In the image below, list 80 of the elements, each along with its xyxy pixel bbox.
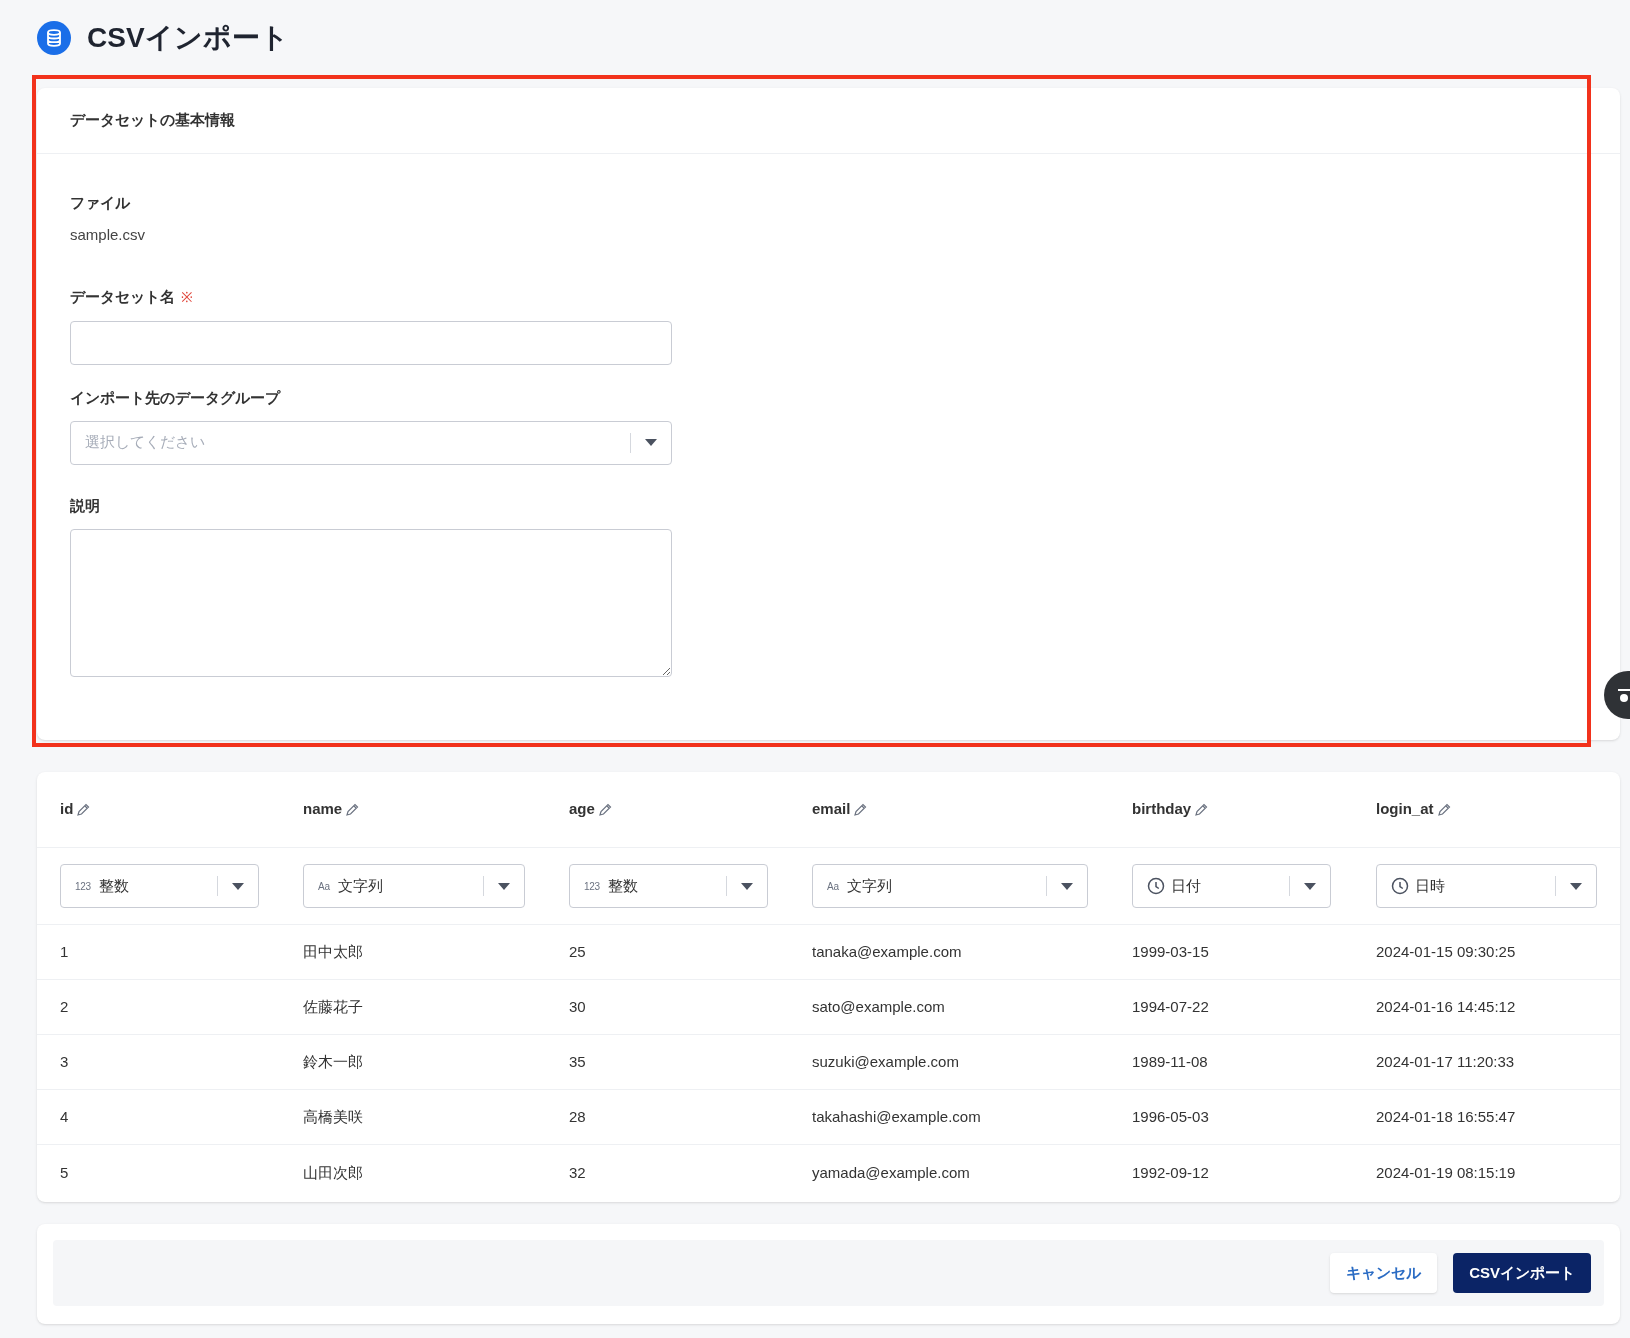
section-heading: データセットの基本情報 — [70, 110, 235, 131]
field-label: 説明 — [70, 495, 100, 516]
type-select[interactable]: Aa 文字列 — [303, 864, 525, 908]
file-name: sample.csv — [70, 225, 146, 245]
dataset-name-input[interactable] — [70, 320, 672, 365]
cancel-button[interactable]: キャンセル — [1330, 1253, 1438, 1293]
table-cell: 佐藤花子 — [303, 998, 363, 1015]
import-button[interactable]: CSVインポート — [1453, 1253, 1591, 1293]
table-cell: 1992-09-12 — [1132, 1163, 1209, 1181]
table-cell: 2024-01-17 11:20:33 — [1376, 1053, 1515, 1070]
table-cell: 山田次郎 — [303, 1163, 363, 1181]
table-cell: yamada@example.com — [812, 1163, 970, 1181]
pencil-icon[interactable] — [852, 801, 869, 818]
type-label: 日付 — [1171, 875, 1202, 896]
table-cell: 32 — [569, 1163, 586, 1181]
table-cell: 30 — [569, 998, 586, 1015]
table-cell: 2024-01-16 14:45:12 — [1376, 998, 1516, 1015]
table-cell: 2 — [60, 998, 69, 1015]
table-cell: 1989-11-08 — [1132, 1053, 1208, 1070]
dropdown-caret-icon — [498, 882, 510, 890]
table-cell: 2024-01-15 09:30:25 — [1376, 943, 1516, 960]
pencil-icon[interactable] — [344, 801, 361, 818]
type-select[interactable]: 日付 — [1132, 864, 1331, 908]
table-cell: 2024-01-18 16:55:47 — [1376, 1108, 1516, 1125]
dropdown-caret-icon — [1570, 882, 1582, 890]
column-header: birthday — [1132, 799, 1192, 820]
dropdown-caret-icon — [1304, 882, 1316, 890]
page-title: CSVインポート — [87, 20, 289, 55]
pencil-icon[interactable] — [75, 801, 92, 818]
type-icon: 123 — [75, 878, 91, 894]
table-cell: 35 — [569, 1053, 586, 1070]
table-cell: 1 — [60, 943, 69, 960]
field-label: インポート先のデータグループ — [70, 387, 280, 408]
table-cell: tanaka@example.com — [812, 943, 962, 960]
table-cell: 高橋美咲 — [303, 1108, 363, 1125]
column-header: name — [303, 799, 343, 820]
table-cell: takahashi@example.com — [812, 1108, 981, 1125]
dropdown-caret-icon — [741, 882, 753, 890]
pencil-icon[interactable] — [1193, 801, 1210, 818]
field-label: データセット名 — [70, 287, 175, 308]
table-cell: suzuki@example.com — [812, 1053, 959, 1070]
type-select[interactable]: Aa 文字列 — [812, 864, 1088, 908]
type-label: 文字列 — [337, 875, 384, 896]
type-select[interactable]: 日時 — [1376, 864, 1597, 908]
type-icon: Aa — [827, 878, 839, 894]
table-cell: 28 — [569, 1108, 586, 1125]
pencil-icon[interactable] — [596, 801, 613, 818]
dropdown-caret-icon — [1061, 882, 1073, 890]
type-select[interactable]: 123 整数 — [60, 864, 259, 908]
clock-icon — [1391, 877, 1409, 895]
column-header: age — [569, 799, 595, 820]
table-cell: 1996-05-03 — [1132, 1108, 1209, 1125]
type-icon: 123 — [584, 878, 600, 894]
table-cell: 4 — [60, 1108, 69, 1125]
table-cell: sato@example.com — [812, 998, 945, 1015]
table-cell: 3 — [60, 1053, 69, 1070]
required-mark: ※ — [181, 288, 193, 307]
clock-icon — [1147, 877, 1165, 895]
type-icon: Aa — [318, 878, 330, 894]
column-header: login_at — [1376, 799, 1434, 820]
column-header: email — [812, 799, 851, 820]
table-cell: 5 — [60, 1163, 69, 1181]
column-header: id — [60, 799, 74, 820]
type-label: 文字列 — [846, 875, 893, 896]
type-label: 整数 — [607, 875, 639, 896]
type-label: 日時 — [1415, 875, 1446, 896]
table-cell: 田中太郎 — [303, 943, 363, 960]
database-icon — [37, 20, 71, 55]
type-select[interactable]: 123 整数 — [569, 864, 768, 908]
field-label: ファイル — [70, 193, 130, 213]
type-label: 整数 — [98, 875, 130, 896]
table-cell: 鈴木一郎 — [303, 1053, 363, 1070]
dropdown-caret-icon — [232, 882, 244, 890]
placeholder-text: 選択してください — [85, 432, 206, 453]
table-cell: 1994-07-22 — [1132, 998, 1209, 1015]
dropdown-caret-icon — [645, 439, 657, 446]
table-cell: 1999-03-15 — [1132, 943, 1209, 960]
pencil-icon[interactable] — [1435, 801, 1452, 818]
table-cell: 2024-01-19 08:15:19 — [1376, 1163, 1516, 1181]
table-cell: 25 — [569, 943, 586, 960]
